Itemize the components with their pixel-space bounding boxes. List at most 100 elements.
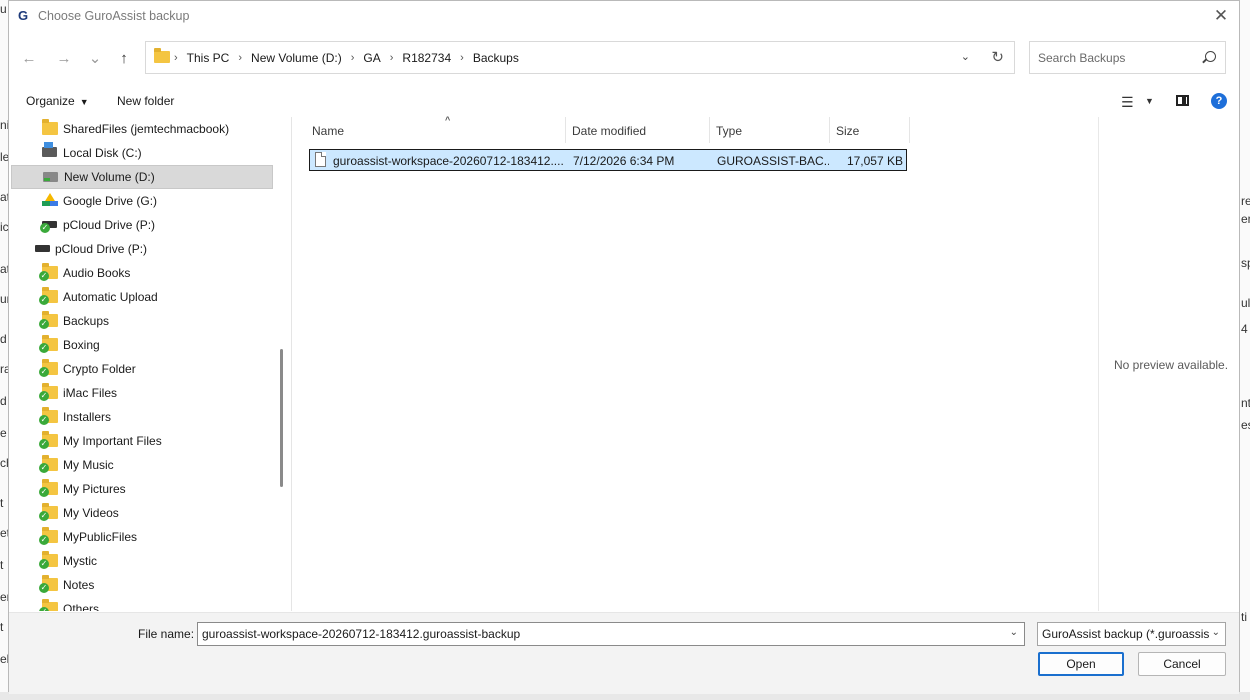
nav-item-pcloud-drive-root[interactable]: pCloud Drive (P:) <box>9 237 273 261</box>
search-box[interactable]: Search Backups <box>1029 41 1226 74</box>
nav-item-sharedfiles[interactable]: SharedFiles (jemtechmacbook) <box>9 117 273 141</box>
bg-text: en <box>1241 212 1250 226</box>
drive-icon <box>43 172 58 182</box>
nav-item-label: iMac Files <box>63 386 118 400</box>
recent-locations-chevron-icon[interactable]: ⌄ <box>83 47 107 71</box>
nav-item-audio-books[interactable]: Audio Books <box>9 261 273 285</box>
bg-text: ul <box>1241 296 1250 310</box>
bg-text: sp <box>1241 256 1250 270</box>
synced-folder-icon <box>39 551 58 569</box>
synced-folder-icon <box>39 455 58 473</box>
nav-item-mystic[interactable]: Mystic <box>9 549 273 573</box>
organize-button[interactable]: Organize ▼ <box>26 94 89 108</box>
breadcrumb-this-pc[interactable]: This PC <box>187 51 230 65</box>
nav-item-label: Notes <box>63 578 95 592</box>
nav-item-label: Others <box>63 602 100 611</box>
chevron-down-icon[interactable]: ▼ <box>1145 96 1154 106</box>
bg-text: ti <box>1241 610 1247 624</box>
synced-folder-icon <box>39 527 58 545</box>
up-arrow-icon[interactable]: ↑ <box>112 47 136 71</box>
column-header-type[interactable]: Type <box>710 117 830 143</box>
nav-item-label: My Pictures <box>63 482 126 496</box>
nav-item-my-music[interactable]: My Music <box>9 453 273 477</box>
folder-icon <box>42 119 58 135</box>
help-icon[interactable]: ? <box>1211 93 1227 109</box>
refresh-icon[interactable]: ↻ <box>991 48 1004 66</box>
column-header-name[interactable]: Name ^ <box>306 115 566 143</box>
breadcrumb-separator-icon: › <box>174 52 178 64</box>
nav-item-boxing[interactable]: Boxing <box>9 333 273 357</box>
search-icon[interactable] <box>1205 51 1216 62</box>
nav-item-label: Local Disk (C:) <box>63 146 142 160</box>
breadcrumb-new-volume[interactable]: New Volume (D:) <box>251 51 342 65</box>
address-history-chevron-icon[interactable]: ⌄ <box>961 50 970 63</box>
nav-item-automatic-upload[interactable]: Automatic Upload <box>9 285 273 309</box>
synced-folder-icon <box>39 287 58 305</box>
nav-item-label: pCloud Drive (P:) <box>63 218 156 232</box>
nav-item-label: MyPublicFiles <box>63 530 138 544</box>
bg-text: 4 <box>1241 322 1248 336</box>
nav-item-new-volume[interactable]: New Volume (D:) <box>11 165 273 189</box>
forward-arrow-icon[interactable]: → <box>52 47 76 71</box>
chevron-down-icon[interactable]: ⌄ <box>1010 627 1018 638</box>
nav-item-pcloud-drive[interactable]: pCloud Drive (P:) <box>9 213 273 237</box>
back-arrow-icon[interactable]: ← <box>17 47 41 71</box>
nav-item-imac-files[interactable]: iMac Files <box>9 381 273 405</box>
bg-text: t <box>0 558 4 572</box>
nav-item-google-drive[interactable]: Google Drive (G:) <box>9 189 273 213</box>
nav-item-installers[interactable]: Installers <box>9 405 273 429</box>
synced-folder-icon <box>39 311 58 329</box>
nav-item-label: My Important Files <box>63 434 162 448</box>
column-header-size[interactable]: Size <box>830 117 910 143</box>
nav-item-crypto-folder[interactable]: Crypto Folder <box>9 357 273 381</box>
nav-item-backups[interactable]: Backups <box>9 309 273 333</box>
file-type-select[interactable]: GuroAssist backup (*.guroassist ⌄ <box>1037 622 1226 646</box>
command-toolbar: Organize ▼ New folder ☰ ▼ ? <box>9 89 1239 115</box>
view-options-icon[interactable]: ☰ <box>1121 94 1134 111</box>
file-name-input[interactable] <box>202 625 992 643</box>
synced-folder-icon <box>39 383 58 401</box>
nav-item-mypublicfiles[interactable]: MyPublicFiles <box>9 525 273 549</box>
nav-item-my-videos[interactable]: My Videos <box>9 501 273 525</box>
breadcrumb-ga[interactable]: GA <box>363 51 380 65</box>
synced-folder-icon <box>39 335 58 353</box>
navigation-pane-scrollbar[interactable] <box>280 349 283 487</box>
file-size-cell: 17,057 KB <box>846 154 903 168</box>
synced-folder-icon <box>39 599 58 611</box>
address-bar[interactable]: › This PC › New Volume (D:) › GA › R1827… <box>145 41 1015 74</box>
nav-item-local-disk[interactable]: Local Disk (C:) <box>9 141 273 165</box>
bg-text: nt <box>1241 396 1250 410</box>
cancel-button[interactable]: Cancel <box>1138 652 1226 676</box>
bg-text: d <box>0 332 7 346</box>
close-icon[interactable]: ✕ <box>1209 5 1233 27</box>
nav-item-my-pictures[interactable]: My Pictures <box>9 477 273 501</box>
sort-ascending-icon: ^ <box>445 115 451 125</box>
bg-text: u <box>0 2 7 16</box>
file-open-dialog: G Choose GuroAssist backup ✕ ← → ⌄ ↑ › T… <box>8 0 1240 694</box>
nav-item-label: Crypto Folder <box>63 362 136 376</box>
nav-item-others[interactable]: Others <box>9 597 273 611</box>
nav-item-label: My Music <box>63 458 114 472</box>
synced-folder-icon <box>39 431 58 449</box>
column-header-date-modified[interactable]: Date modified <box>566 117 710 143</box>
table-row[interactable]: guroassist-workspace-20260712-183412....… <box>309 149 907 171</box>
breadcrumb: › This PC › New Volume (D:) › GA › R1827… <box>174 51 519 65</box>
guroassist-app-icon: G <box>18 8 29 23</box>
breadcrumb-separator-icon: › <box>389 52 394 64</box>
nav-item-my-important-files[interactable]: My Important Files <box>9 429 273 453</box>
breadcrumb-separator-icon: › <box>238 52 243 64</box>
file-name-combobox[interactable]: ⌄ <box>197 622 1025 646</box>
nav-item-label: Audio Books <box>63 266 131 280</box>
preview-pane-divider[interactable] <box>1098 117 1099 611</box>
file-name-cell: guroassist-workspace-20260712-183412.... <box>333 154 564 168</box>
search-input[interactable]: Search Backups <box>1038 51 1125 65</box>
new-folder-button[interactable]: New folder <box>117 94 174 108</box>
preview-pane-icon[interactable] <box>1176 95 1189 106</box>
breadcrumb-backups[interactable]: Backups <box>473 51 519 65</box>
breadcrumb-r182734[interactable]: R182734 <box>402 51 451 65</box>
nav-item-label: Automatic Upload <box>63 290 158 304</box>
bg-text: t <box>0 620 4 634</box>
open-button[interactable]: Open <box>1038 652 1124 676</box>
nav-item-notes[interactable]: Notes <box>9 573 273 597</box>
nav-item-label: pCloud Drive (P:) <box>55 242 148 256</box>
